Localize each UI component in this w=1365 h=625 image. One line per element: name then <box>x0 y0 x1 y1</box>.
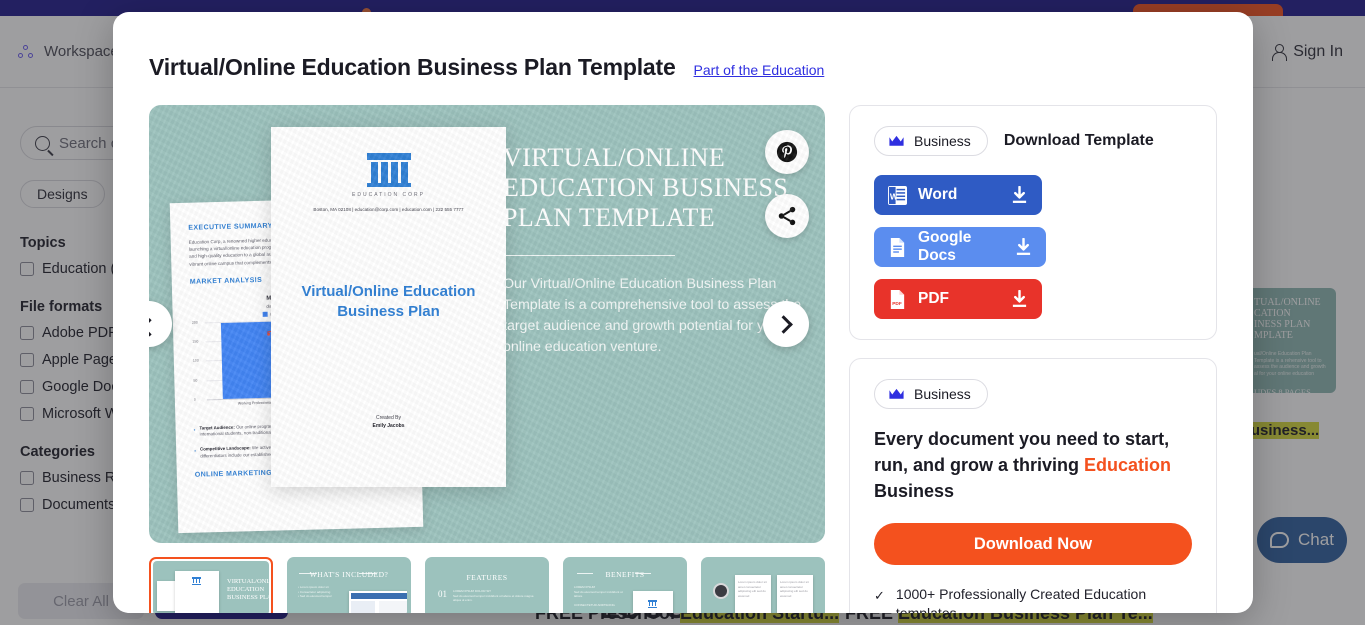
doc-created-by: Created By Emily Jacobs <box>372 415 405 429</box>
previous-slide-button[interactable] <box>149 301 172 347</box>
logo-name: EDUCATION CORP <box>352 192 425 198</box>
share-button[interactable] <box>765 194 809 238</box>
download-google-docs-label: Google Docs <box>918 229 972 264</box>
education-corp-logo-icon <box>366 153 411 187</box>
thumbnail-number: 01 <box>438 589 447 599</box>
page-title: Virtual/Online Education Business Plan T… <box>149 54 676 80</box>
template-detail-modal: Virtual/Online Education Business Plan T… <box>113 12 1253 613</box>
feature-item: ✓ 1000+ Professionally Created Education … <box>874 585 1192 613</box>
preview-description: Our Virtual/Online Education Business Pl… <box>503 276 802 355</box>
promo-heading-accent: Education <box>1084 455 1172 475</box>
download-icon <box>1012 289 1027 307</box>
sidebar-column: Business Download Template W Word Google… <box>849 105 1217 613</box>
document-cover-page: EDUCATION CORP Boston, MA 02108 | educat… <box>271 127 506 487</box>
download-word-button[interactable]: W Word <box>874 175 1042 215</box>
download-word-label: Word <box>918 186 958 203</box>
chevron-right-icon <box>773 314 793 334</box>
preview-divider <box>503 255 675 256</box>
promo-heading: Every document you need to start, run, a… <box>874 429 1172 501</box>
download-google-docs-button[interactable]: Google Docs <box>874 227 1046 267</box>
template-preview-image: EXECUTIVE SUMMARY Education Corp, a reno… <box>149 105 825 543</box>
svg-text:PDF: PDF <box>892 301 902 307</box>
promo-card: Business Every document you need to star… <box>849 358 1217 613</box>
crown-icon <box>889 135 904 146</box>
app-root: Workspace Pricing Sign In Search ca Desi… <box>0 0 1365 625</box>
share-icon <box>778 206 796 226</box>
feature-list: ✓ 1000+ Professionally Created Education … <box>874 585 1192 613</box>
pinterest-icon <box>776 141 798 163</box>
pdf-file-icon: PDF <box>890 289 905 309</box>
magnifier-icon <box>713 583 729 599</box>
modal-header: Virtual/Online Education Business Plan T… <box>149 54 1217 81</box>
crown-icon <box>889 388 904 399</box>
thumbnail-pages[interactable]: Lorem ipsum dolor sit amet consectetur a… <box>701 557 825 613</box>
business-badge: Business <box>874 126 988 156</box>
pinterest-share-button[interactable] <box>765 130 809 174</box>
thumbnail-whats-included[interactable]: WHAT'S INCLUDED? • Lorem ipsum dolor sit… <box>287 557 411 613</box>
doc-cover-title: Virtual/Online Education Business Plan <box>301 283 476 320</box>
download-pdf-button[interactable]: PDF PDF <box>874 279 1042 319</box>
thumbnail-cover[interactable]: VIRTUAL/ONLINE EDUCATION BUSINESS PLAN <box>149 557 273 613</box>
thumbnail-caption: BENEFITS <box>605 570 645 579</box>
download-icon <box>1016 237 1031 255</box>
business-badge-label: Business <box>914 133 971 149</box>
thumbnail-features[interactable]: FEATURES 01 LOREM IPSUM DOLOR SIT Sed do … <box>425 557 549 613</box>
check-icon: ✓ <box>874 588 885 603</box>
doc-address: Boston, MA 02108 | education@corp.com | … <box>313 207 464 212</box>
word-file-icon: W <box>888 185 907 205</box>
thumbnail-strip: VIRTUAL/ONLINE EDUCATION BUSINESS PLAN W… <box>149 557 825 613</box>
download-template-heading: Download Template <box>1003 132 1154 149</box>
download-template-card: Business Download Template W Word Google… <box>849 105 1217 340</box>
preview-text-block: VIRTUAL/ONLINE EDUCATION BUSINESS PLAN T… <box>503 143 803 358</box>
google-docs-file-icon <box>890 237 905 257</box>
business-badge-label: Business <box>914 386 971 402</box>
download-pdf-label: PDF <box>918 290 949 307</box>
thumbnail-caption: VIRTUAL/ONLINE EDUCATION BUSINESS PLAN <box>227 578 269 601</box>
preview-column: EXECUTIVE SUMMARY Education Corp, a reno… <box>149 105 825 613</box>
thumbnail-caption: FEATURES <box>466 573 508 582</box>
download-now-button[interactable]: Download Now <box>874 523 1192 565</box>
download-icon <box>1012 185 1027 203</box>
thumbnail-benefits[interactable]: BENEFITS LOREM IPSUM Sed do eiusmod tempo… <box>563 557 687 613</box>
chevron-left-icon <box>149 317 159 337</box>
next-slide-button[interactable] <box>763 301 809 347</box>
preview-headline: VIRTUAL/ONLINE EDUCATION BUSINESS PLAN T… <box>503 143 789 232</box>
part-of-collection-link[interactable]: Part of the Education <box>694 62 825 78</box>
business-badge: Business <box>874 379 988 409</box>
thumbnail-caption: WHAT'S INCLUDED? <box>309 570 389 579</box>
